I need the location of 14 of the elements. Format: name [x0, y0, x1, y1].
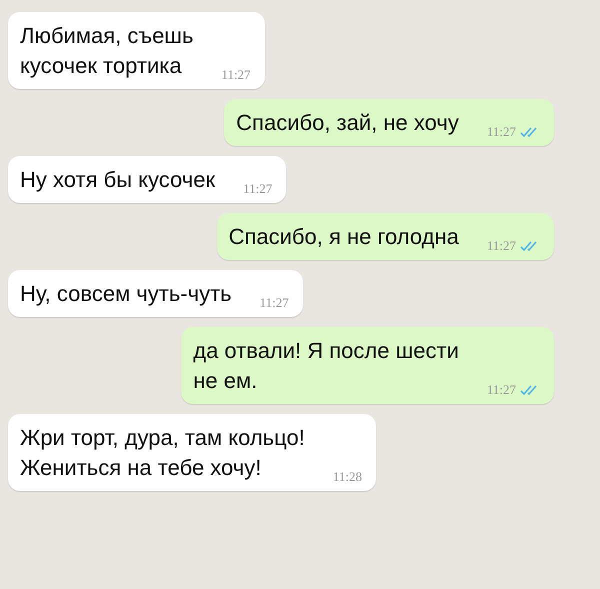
message-text: да отвали! Я после шести не ем.	[193, 337, 459, 395]
message-time: 11:27	[486, 238, 516, 254]
message-time: 11:27	[221, 67, 251, 83]
message-text: Спасибо, зай, не хочу	[236, 109, 459, 137]
message-text: Ну хотя бы кусочек	[20, 166, 216, 194]
message-time: 11:27	[260, 295, 289, 311]
message-text: Ну, совсем чуть-чуть	[20, 280, 232, 308]
message-text: Жри торт, дура, там кольцо! Жениться на тебе хочу!	[20, 424, 305, 482]
message-text: Любимая, съешь кусочек тортика	[20, 22, 194, 80]
message-time: 11:27	[243, 181, 272, 197]
message-time: 11:27	[486, 382, 516, 398]
message-time: 11:27	[486, 124, 516, 140]
message-time: 11:28	[332, 469, 362, 485]
message-text: Спасибо, я не голодна	[228, 223, 459, 251]
